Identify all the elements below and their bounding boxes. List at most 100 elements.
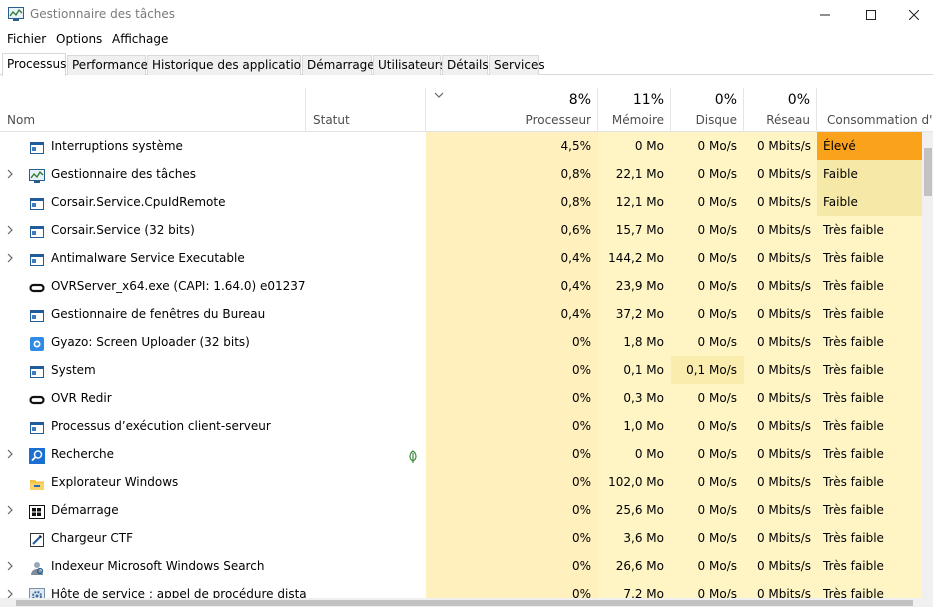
cell-status [306,356,426,384]
vertical-scrollbar[interactable] [922,132,933,598]
cell-power: Très faible [817,524,922,552]
minimize-button[interactable] [802,0,848,30]
cell-status [306,300,426,328]
process-row[interactable]: Recherche 0% 0 Mo 0 Mo/s 0 Mbits/s Très faibl… [0,440,922,468]
process-name: Indexeur Microsoft Windows Search [51,559,265,573]
expand-chevron-icon[interactable] [7,440,13,468]
header-network[interactable]: 0% Réseau [744,88,817,132]
cell-memory: 7,2 Mo [598,580,671,598]
header-cpu[interactable]: 8% Processeur [426,88,598,132]
cell-memory: 22,1 Mo [598,160,671,188]
task-manager-icon [29,166,45,183]
header-power[interactable]: Consommation d'énergie [817,88,933,132]
cell-disk: 0 Mo/s [671,580,744,598]
tab-bar: Processus Performance Historique des app… [0,53,933,76]
process-name: Corsair.Service.CpuIdRemote [51,195,226,209]
process-row[interactable]: Gestionnaire de fenêtres du Bureau 0,4% 37… [0,300,922,328]
process-row[interactable]: Processus d’exécution client-serveur 0% 1,… [0,412,922,440]
tab-services[interactable]: Services [489,55,545,75]
expand-chevron-icon[interactable] [7,496,13,524]
window-icon [29,418,45,434]
cell-disk: 0 Mo/s [671,244,744,272]
header-status[interactable]: Statut [306,88,426,132]
menu-options[interactable]: Options [56,32,102,46]
process-row[interactable]: Hôte de service : appel de procédure dis… [0,580,922,598]
cell-power: Très faible [817,384,922,412]
cell-memory: 0 Mo [598,440,671,468]
cell-network: 0 Mbits/s [744,328,817,356]
column-header: Nom Statut 8% Processeur 11% Mémoire 0% … [0,88,933,132]
tab-demarrage[interactable]: Démarrage [302,55,375,75]
cell-memory: 37,2 Mo [598,300,671,328]
tab-performance[interactable]: Performance [67,55,148,75]
process-row[interactable]: Corsair.Service (32 bits) 0,6% 15,7 Mo 0 Mo… [0,216,922,244]
tab-utilisateurs[interactable]: Utilisateurs [373,55,446,75]
close-icon [908,10,919,20]
process-name: Chargeur CTF [51,531,134,545]
process-row[interactable]: Interruptions système 4,5% 0 Mo 0 Mo/s 0 Mbi… [0,132,922,160]
cell-status [306,244,426,272]
tab-historique[interactable]: Historique des applications [147,55,315,75]
header-disk-percent: 0% [714,92,737,108]
vertical-scroll-thumb[interactable] [924,148,932,196]
process-row[interactable]: Explorateur Windows 0% 102,0 Mo 0 Mo/s 0 Mbi… [0,468,922,496]
window-icon [29,306,45,322]
menu-affichage[interactable]: Affichage [112,32,168,46]
window-icon [29,222,45,238]
menu-fichier[interactable]: Fichier [7,32,46,46]
cell-name: Chargeur CTF [0,524,306,552]
process-row[interactable]: Antimalware Service Executable 0,4% 144,2 … [0,244,922,272]
cell-disk: 0 Mo/s [671,468,744,496]
cell-disk: 0 Mo/s [671,412,744,440]
window-icon [29,250,45,266]
cell-memory: 1,0 Mo [598,412,671,440]
tab-details[interactable]: Détails [442,55,489,75]
process-row[interactable]: Démarrage 0% 25,6 Mo 0 Mo/s 0 Mbits/s Très fa… [0,496,922,524]
expand-chevron-icon[interactable] [7,160,13,188]
process-row[interactable]: OVRServer_x64.exe (CAPI: 1.64.0) e012375… [0,272,922,300]
horizontal-scrollbar[interactable] [0,598,933,607]
close-button[interactable] [894,0,933,30]
cell-name: Corsair.Service.CpuIdRemote [0,188,306,216]
expand-chevron-icon[interactable] [7,244,13,272]
cell-disk: 0 Mo/s [671,524,744,552]
process-name: Gestionnaire des tâches [51,167,197,181]
process-name: Gestionnaire de fenêtres du Bureau [51,307,266,321]
cell-network: 0 Mbits/s [744,524,817,552]
process-row[interactable]: Corsair.Service.CpuIdRemote 0,8% 12,1 Mo 0 … [0,188,922,216]
process-row[interactable]: Gyazo: Screen Uploader (32 bits) 0% 1,8 Mo… [0,328,922,356]
folder-icon [29,474,45,490]
process-name: Hôte de service : appel de procédure dis… [51,587,306,598]
cell-cpu: 0% [426,580,598,598]
cell-memory: 12,1 Mo [598,188,671,216]
cell-memory: 15,7 Mo [598,216,671,244]
horizontal-scroll-thumb[interactable] [16,600,913,606]
cell-network: 0 Mbits/s [744,412,817,440]
expand-chevron-icon[interactable] [7,552,13,580]
process-row[interactable]: System 0% 0,1 Mo 0,1 Mo/s 0 Mbits/s Très faib… [0,356,922,384]
process-row[interactable]: Indexeur Microsoft Windows Search 0% 26,6 … [0,552,922,580]
cell-cpu: 0,6% [426,216,598,244]
process-row[interactable]: OVR Redir 0% 0,3 Mo 0 Mo/s 0 Mbits/s Très fai… [0,384,922,412]
tab-processus[interactable]: Processus [2,53,66,76]
expand-chevron-icon[interactable] [7,216,13,244]
header-network-percent: 0% [787,92,810,108]
cell-network: 0 Mbits/s [744,496,817,524]
cell-power: Très faible [817,496,922,524]
cell-memory: 0 Mo [598,132,671,160]
cell-power: Très faible [817,300,922,328]
header-name[interactable]: Nom [0,88,306,132]
search-icon [29,446,45,464]
maximize-button[interactable] [848,0,894,30]
cell-network: 0 Mbits/s [744,300,817,328]
cell-power: Très faible [817,552,922,580]
cell-name: OVRServer_x64.exe (CAPI: 1.64.0) e012375… [0,272,306,300]
process-row[interactable]: Chargeur CTF 0% 3,6 Mo 0 Mo/s 0 Mbits/s Très … [0,524,922,552]
header-memory[interactable]: 11% Mémoire [598,88,671,132]
expand-chevron-icon[interactable] [7,580,13,598]
header-disk[interactable]: 0% Disque [671,88,744,132]
cell-network: 0 Mbits/s [744,216,817,244]
process-row[interactable]: Gestionnaire des tâches 0,8% 22,1 Mo 0 Mo/s… [0,160,922,188]
header-disk-label: Disque [695,113,737,127]
cell-disk: 0 Mo/s [671,496,744,524]
